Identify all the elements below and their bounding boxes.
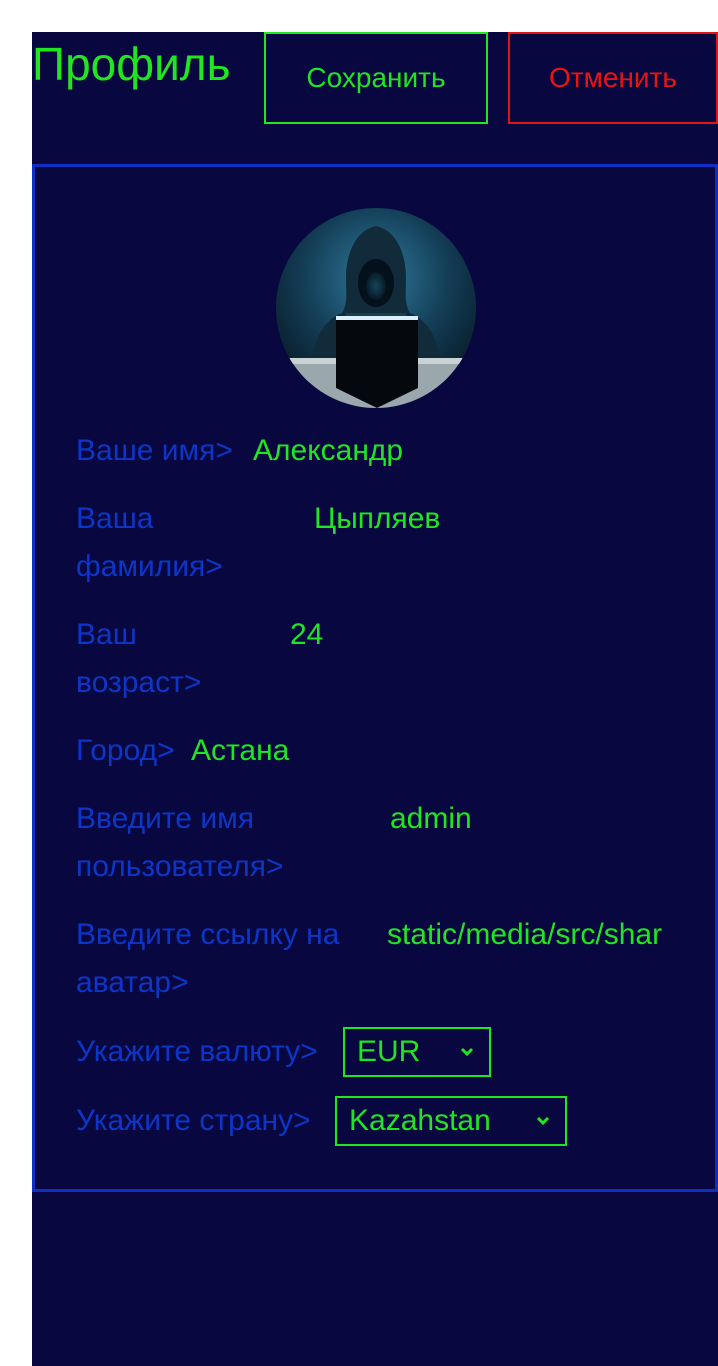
- country-selected: Kazahstan: [349, 1104, 491, 1137]
- avatar-link-row: Введите ссылку на аватар> static/media/s…: [76, 911, 676, 1007]
- currency-row: Укажите валюту> EUR: [76, 1027, 676, 1078]
- city-label: Город>: [76, 734, 175, 767]
- age-label: Ваш возраст>: [76, 618, 202, 699]
- profile-page: Профиль Сохранить Отменить Ваше имя> Але…: [32, 32, 718, 1366]
- last-name-value[interactable]: Цыпляев: [314, 495, 440, 543]
- city-row: Город> Астана: [76, 727, 676, 775]
- country-label: Укажите страну>: [76, 1104, 311, 1137]
- city-value[interactable]: Астана: [191, 727, 289, 775]
- username-value[interactable]: admin: [390, 795, 472, 843]
- currency-select[interactable]: EUR: [343, 1027, 491, 1077]
- currency-selected: EUR: [357, 1035, 421, 1068]
- country-select[interactable]: Kazahstan: [335, 1096, 567, 1146]
- country-row: Укажите страну> Kazahstan: [76, 1096, 676, 1147]
- chevron-down-icon: [460, 1047, 474, 1057]
- avatar: [276, 208, 476, 408]
- save-button[interactable]: Сохранить: [264, 32, 488, 124]
- profile-card: Ваше имя> Александр Ваша фамилия> Цыпляе…: [32, 164, 718, 1192]
- page-title: Профиль: [32, 38, 231, 90]
- last-name-row: Ваша фамилия> Цыпляев: [76, 495, 676, 591]
- username-row: Введите имя пользователя> admin: [76, 795, 676, 891]
- age-value[interactable]: 24: [290, 611, 323, 659]
- avatar-link-label: Введите ссылку на аватар>: [76, 918, 340, 999]
- age-row: Ваш возраст> 24: [76, 611, 676, 707]
- last-name-label: Ваша фамилия>: [76, 502, 223, 583]
- first-name-label: Ваше имя>: [76, 434, 233, 467]
- chevron-down-icon: [536, 1116, 550, 1126]
- cancel-button[interactable]: Отменить: [508, 32, 718, 124]
- avatar-link-value[interactable]: static/media/src/shar: [387, 911, 673, 959]
- currency-label: Укажите валюту>: [76, 1035, 318, 1068]
- first-name-row: Ваше имя> Александр: [76, 427, 676, 475]
- username-label: Введите имя пользователя>: [76, 802, 284, 883]
- first-name-value[interactable]: Александр: [253, 427, 403, 475]
